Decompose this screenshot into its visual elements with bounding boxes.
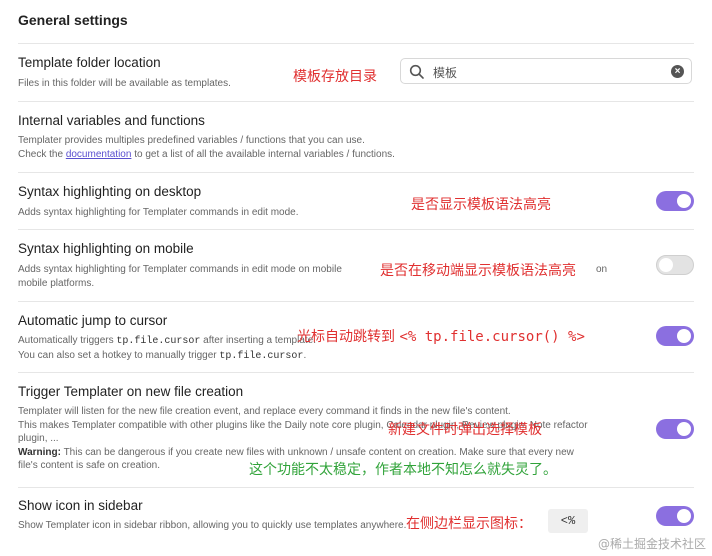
desc-line: mobile platforms. (18, 277, 95, 289)
toggle-knob (677, 194, 691, 208)
desc-line: to get a list of all the available inter… (131, 148, 395, 160)
setting-desc: Adds syntax highlighting for Templater c… (18, 207, 299, 218)
divider (18, 172, 694, 173)
setting-name: Trigger Templater on new file creation (18, 384, 244, 399)
annotation-code: <% tp.file.cursor() %> (399, 329, 585, 345)
watermark: @稀土掘金技术社区 (597, 537, 706, 551)
annotation: 是否显示模板语法高亮 (411, 197, 551, 213)
syntax-desktop-toggle[interactable] (656, 191, 694, 211)
divider (18, 229, 694, 230)
syntax-mobile-toggle[interactable] (656, 255, 694, 275)
section-title: General settings (18, 12, 128, 28)
templater-icon-preview: <% (548, 509, 588, 533)
desc-line: Automatically triggers (18, 335, 117, 346)
toggle-knob (659, 258, 673, 272)
clear-icon[interactable]: × (671, 65, 684, 78)
desc-line: Templater provides multiples predefined … (18, 135, 365, 146)
desc-line: Check the (18, 148, 66, 160)
documentation-link[interactable]: documentation (66, 149, 132, 160)
divider (18, 43, 694, 44)
setting-desc: Templater provides multiples predefined … (18, 134, 395, 161)
desc-line-tail: on (596, 264, 608, 275)
setting-name: Syntax highlighting on mobile (18, 241, 194, 256)
code-snippet: tp.file.cursor (116, 336, 201, 347)
toggle-knob (677, 422, 691, 436)
jump-to-cursor-toggle[interactable] (656, 326, 694, 346)
divider (18, 372, 694, 373)
annotation: 新建文件时弹出选择模板 (388, 422, 542, 438)
desc-line: . (303, 349, 307, 361)
annotation-note: 这个功能不太稳定，作者本地不知怎么就失灵了。 (249, 462, 557, 478)
annotation: 是否在移动端显示模板语法高亮 (380, 263, 576, 279)
desc-line: You can also set a hotkey to manually tr… (18, 349, 220, 361)
toggle-knob (677, 329, 691, 343)
setting-name: Syntax highlighting on desktop (18, 184, 202, 199)
sidebar-icon-toggle[interactable] (656, 506, 694, 526)
annotation: 模板存放目录 (293, 69, 377, 85)
setting-name: Show icon in sidebar (18, 498, 143, 513)
setting-desc: Files in this folder will be available a… (18, 78, 231, 89)
divider (18, 301, 694, 302)
toggle-knob (677, 509, 691, 523)
setting-name: Internal variables and functions (18, 113, 205, 128)
desc-line: Templater will listen for the new file c… (18, 406, 511, 417)
annotation: 在侧边栏显示图标： (406, 516, 532, 532)
annotation: 光标自动跳转到 <% tp.file.cursor() %> (297, 326, 585, 346)
setting-desc: Automatically triggers tp.file.cursor af… (18, 334, 316, 363)
desc-line: plugin, ... (18, 433, 59, 444)
desc-line: This can be dangerous if you create new … (60, 446, 574, 458)
template-folder-search-input[interactable]: 模板 × (400, 58, 692, 84)
desc-line: file's content is safe on creation. (18, 460, 160, 471)
setting-desc: Show Templater icon in sidebar ribbon, a… (18, 520, 407, 531)
warning-label: Warning: (18, 446, 61, 458)
setting-name: Template folder location (18, 55, 161, 70)
search-icon (409, 64, 424, 79)
divider (18, 101, 694, 102)
trigger-new-file-toggle[interactable] (656, 419, 694, 439)
divider (18, 487, 694, 488)
setting-desc: Adds syntax highlighting for Templater c… (18, 263, 607, 290)
annotation-text: 光标自动跳转到 (297, 329, 400, 345)
search-value: 模板 (433, 66, 458, 80)
desc-line: Adds syntax highlighting for Templater c… (18, 264, 342, 275)
setting-name: Automatic jump to cursor (18, 313, 168, 328)
code-snippet: tp.file.cursor (219, 350, 304, 362)
